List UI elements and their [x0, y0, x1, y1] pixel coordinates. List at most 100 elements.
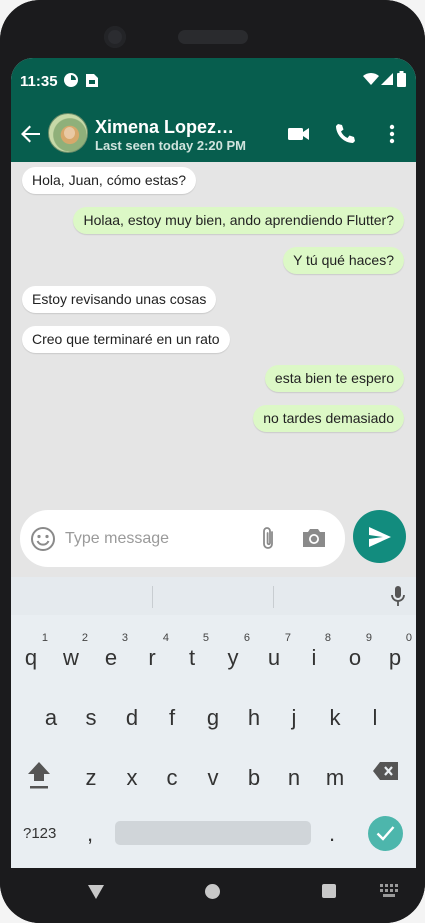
- key-label: y: [227, 645, 239, 670]
- phone-call-icon[interactable]: [331, 120, 359, 148]
- wifi-icon: [363, 72, 379, 85]
- key-p[interactable]: 0p: [380, 632, 412, 678]
- system-nav-bar: [0, 868, 425, 923]
- symbols-key[interactable]: ?123: [23, 825, 56, 842]
- key-label: l: [372, 705, 378, 730]
- key-label: k: [329, 705, 341, 730]
- key-number-hint: 0: [405, 632, 412, 644]
- key-r[interactable]: 4r: [137, 632, 169, 678]
- screen: 11:35 Ximena Lopez ... Last seen today 2…: [11, 58, 416, 868]
- attachment-icon[interactable]: [258, 525, 280, 553]
- nav-home-icon[interactable]: [205, 884, 220, 899]
- key-e[interactable]: 3e: [96, 632, 128, 678]
- message-bubble-incoming[interactable]: Hola, Juan, cómo estas?: [22, 167, 197, 194]
- more-options-icon[interactable]: [378, 120, 406, 148]
- key-v[interactable]: v: [198, 758, 228, 798]
- key-label: t: [188, 645, 196, 670]
- suggestion-divider: [273, 586, 274, 608]
- key-o[interactable]: 9o: [340, 632, 372, 678]
- key-m[interactable]: m: [320, 758, 350, 798]
- key-a[interactable]: a: [36, 698, 66, 738]
- nav-back-icon[interactable]: [87, 884, 105, 900]
- key-s[interactable]: s: [76, 698, 106, 738]
- key-z[interactable]: z: [76, 758, 106, 798]
- status-bar: 11:35: [11, 58, 416, 106]
- key-label: d: [125, 705, 139, 730]
- key-h[interactable]: h: [239, 698, 269, 738]
- key-label: i: [311, 645, 317, 670]
- key-label: g: [206, 705, 220, 730]
- message-bubble-incoming[interactable]: Creo que terminaré en un rato: [22, 326, 230, 353]
- key-y[interactable]: 6y: [218, 632, 251, 678]
- key-x[interactable]: x: [117, 758, 147, 798]
- key-c[interactable]: c: [157, 758, 187, 798]
- key-label: s: [85, 705, 97, 730]
- key-number-hint: 5: [202, 632, 209, 644]
- key-q[interactable]: 1q: [16, 632, 48, 678]
- key-g[interactable]: g: [198, 698, 228, 738]
- enter-key[interactable]: [368, 816, 403, 851]
- comma-key[interactable]: ,: [87, 821, 93, 847]
- key-label: f: [168, 705, 176, 730]
- emoji-icon[interactable]: [30, 526, 56, 552]
- key-label: c: [166, 765, 178, 790]
- key-l[interactable]: l: [360, 698, 390, 738]
- key-label: o: [348, 645, 362, 670]
- sim-card-icon: [86, 74, 98, 87]
- message-bubble-outgoing[interactable]: Y tú qué haces?: [283, 247, 404, 274]
- back-arrow-icon[interactable]: [17, 120, 45, 148]
- key-label: e: [104, 645, 118, 670]
- message-composer: [11, 502, 416, 578]
- key-b[interactable]: b: [239, 758, 269, 798]
- key-t[interactable]: 5t: [177, 632, 209, 678]
- key-i[interactable]: 8i: [299, 632, 331, 678]
- key-label: z: [85, 765, 97, 790]
- key-number-hint: 8: [324, 632, 331, 644]
- key-number-hint: 3: [121, 632, 128, 644]
- key-d[interactable]: d: [117, 698, 147, 738]
- phone-bezel: [0, 0, 425, 58]
- key-n[interactable]: n: [279, 758, 309, 798]
- key-label: x: [126, 765, 138, 790]
- space-bar[interactable]: [115, 821, 311, 845]
- send-icon: [369, 527, 391, 547]
- key-number-hint: 1: [41, 632, 48, 644]
- avatar-face: [64, 127, 75, 139]
- key-label: b: [247, 765, 261, 790]
- key-number-hint: 4: [162, 632, 169, 644]
- data-saver-icon: [64, 73, 78, 87]
- key-label: p: [388, 645, 402, 670]
- contact-name[interactable]: Ximena Lopez ...: [95, 117, 235, 138]
- key-label: w: [63, 645, 79, 670]
- backspace-icon[interactable]: [373, 761, 399, 781]
- message-bubble-outgoing[interactable]: no tardes demasiado: [253, 405, 404, 432]
- key-label: j: [291, 705, 297, 730]
- key-j[interactable]: j: [279, 698, 309, 738]
- phone-frame: 11:35 Ximena Lopez ... Last seen today 2…: [0, 0, 425, 923]
- key-k[interactable]: k: [320, 698, 350, 738]
- chat-header: Ximena Lopez ... Last seen today 2:20 PM: [11, 106, 416, 162]
- nav-recents-icon[interactable]: [322, 884, 336, 898]
- message-bubble-outgoing[interactable]: esta bien te espero: [264, 365, 404, 392]
- key-u[interactable]: 7u: [259, 632, 291, 678]
- key-label: h: [247, 705, 261, 730]
- message-bubble-incoming[interactable]: Estoy revisando unas cosas: [22, 286, 217, 313]
- key-number-hint: 9: [365, 632, 372, 644]
- message-bubble-outgoing[interactable]: Holaa, estoy muy bien, ando aprendiendo …: [73, 207, 404, 234]
- key-f[interactable]: f: [157, 698, 187, 738]
- message-input-container: [20, 510, 345, 567]
- shift-key-icon[interactable]: [26, 760, 52, 792]
- key-number-hint: 7: [284, 632, 291, 644]
- send-button[interactable]: [353, 510, 406, 563]
- message-input[interactable]: [65, 525, 245, 553]
- camera-icon[interactable]: [300, 525, 328, 551]
- key-w[interactable]: 2w: [56, 632, 88, 678]
- video-call-icon[interactable]: [285, 120, 313, 148]
- period-key[interactable]: .: [329, 821, 335, 847]
- checkmark-icon: [376, 826, 395, 841]
- suggestion-divider: [152, 586, 153, 608]
- keyboard-switch-icon[interactable]: [380, 884, 398, 898]
- microphone-icon[interactable]: [389, 585, 407, 607]
- contact-avatar[interactable]: [48, 113, 88, 153]
- suggestion-strip: [11, 577, 416, 615]
